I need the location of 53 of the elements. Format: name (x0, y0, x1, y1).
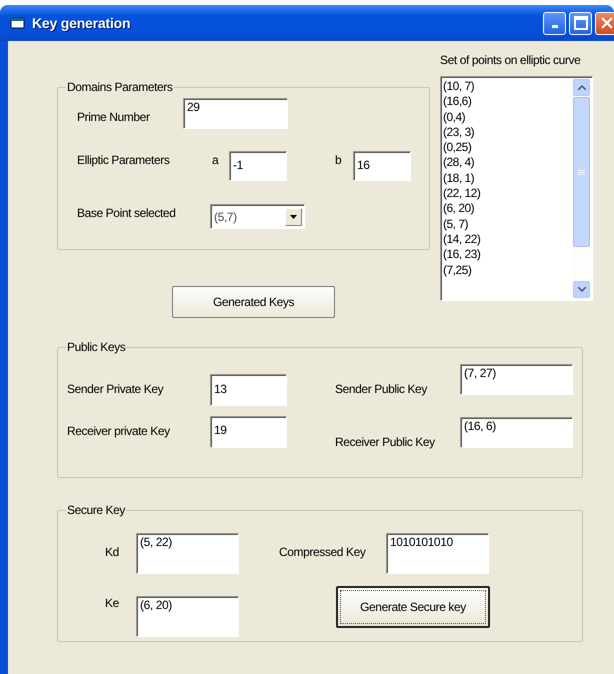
field-label: Sender Private Key (67, 382, 164, 398)
field-label: Sender Public Key (335, 382, 428, 398)
generate-secure-key-button[interactable]: Generate Secure key (336, 586, 490, 628)
list-item[interactable]: (14, 22) (443, 232, 480, 248)
scrollbar[interactable] (573, 79, 590, 298)
list-box[interactable]: (10, 7) (16,6) (0,4) (23, 3) (0,25) (28, 4) (18, 1) (22, 12) (6, 20) (5, 7) (14, 22) (16, 23) (7,25) (440, 76, 593, 301)
text-field[interactable]: 19 (210, 416, 287, 448)
window-title: Key generation (32, 15, 130, 31)
text-field[interactable]: 13 (210, 374, 287, 406)
minimize-icon[interactable] (543, 12, 566, 34)
list-item[interactable]: (16, 23) (443, 247, 480, 263)
text-field[interactable]: (6, 20) (136, 596, 239, 637)
scroll-thumb[interactable] (573, 97, 590, 247)
field-label: Receiver private Key (67, 424, 171, 440)
field-label: b (335, 153, 342, 167)
group-title: Domains Parameters (66, 80, 174, 94)
dropdown-value: (5,7) (214, 210, 237, 224)
dropdown[interactable]: (5,7) (210, 204, 305, 229)
list-item[interactable]: (10, 7) (443, 79, 474, 94)
generate-keys-button[interactable]: Generated Keys (172, 286, 335, 318)
field-label: Set of points on elliptic curve (440, 53, 582, 67)
list-item[interactable]: (6, 20) (443, 201, 474, 217)
field-label: Compressed Key (279, 545, 367, 561)
list-item[interactable]: (0,25) (443, 140, 472, 156)
field-label: a (212, 153, 220, 167)
list-item[interactable]: (28, 4) (443, 155, 474, 171)
list-item[interactable]: (0,4) (443, 110, 466, 125)
scroll-up-icon[interactable] (573, 79, 590, 96)
list-item[interactable]: (22, 12) (443, 186, 480, 202)
list-item[interactable]: (16,6) (443, 94, 472, 110)
list-item[interactable]: (18, 1) (443, 170, 474, 186)
field-label: Prime Number (77, 110, 151, 124)
field-label: Base Point selected (77, 206, 176, 220)
group-title: Secure Key (66, 503, 126, 517)
field-label: Elliptic Parameters (77, 153, 170, 167)
text-field[interactable]: 1010101010 (386, 533, 489, 574)
text-field[interactable]: (5, 22) (136, 533, 239, 574)
app-icon (10, 16, 26, 30)
group-title: Public Keys (66, 340, 126, 354)
field-label: Receiver Public Key (335, 435, 436, 451)
text-field[interactable]: 29 (183, 98, 288, 129)
text-field[interactable]: (7, 27) (460, 364, 573, 395)
field-label: Kd (105, 545, 120, 561)
scroll-down-icon[interactable] (573, 281, 590, 298)
close-icon[interactable] (595, 12, 614, 34)
list-item[interactable]: (5, 7) (443, 216, 468, 232)
list-item[interactable]: (7,25) (443, 262, 472, 278)
maximize-icon[interactable] (569, 12, 592, 34)
text-field[interactable]: -1 (229, 151, 287, 181)
text-field[interactable]: (16, 6) (460, 417, 573, 448)
text-field[interactable]: 16 (353, 151, 411, 181)
list-item[interactable]: (23, 3) (443, 124, 474, 140)
field-label: Ke (105, 596, 120, 612)
